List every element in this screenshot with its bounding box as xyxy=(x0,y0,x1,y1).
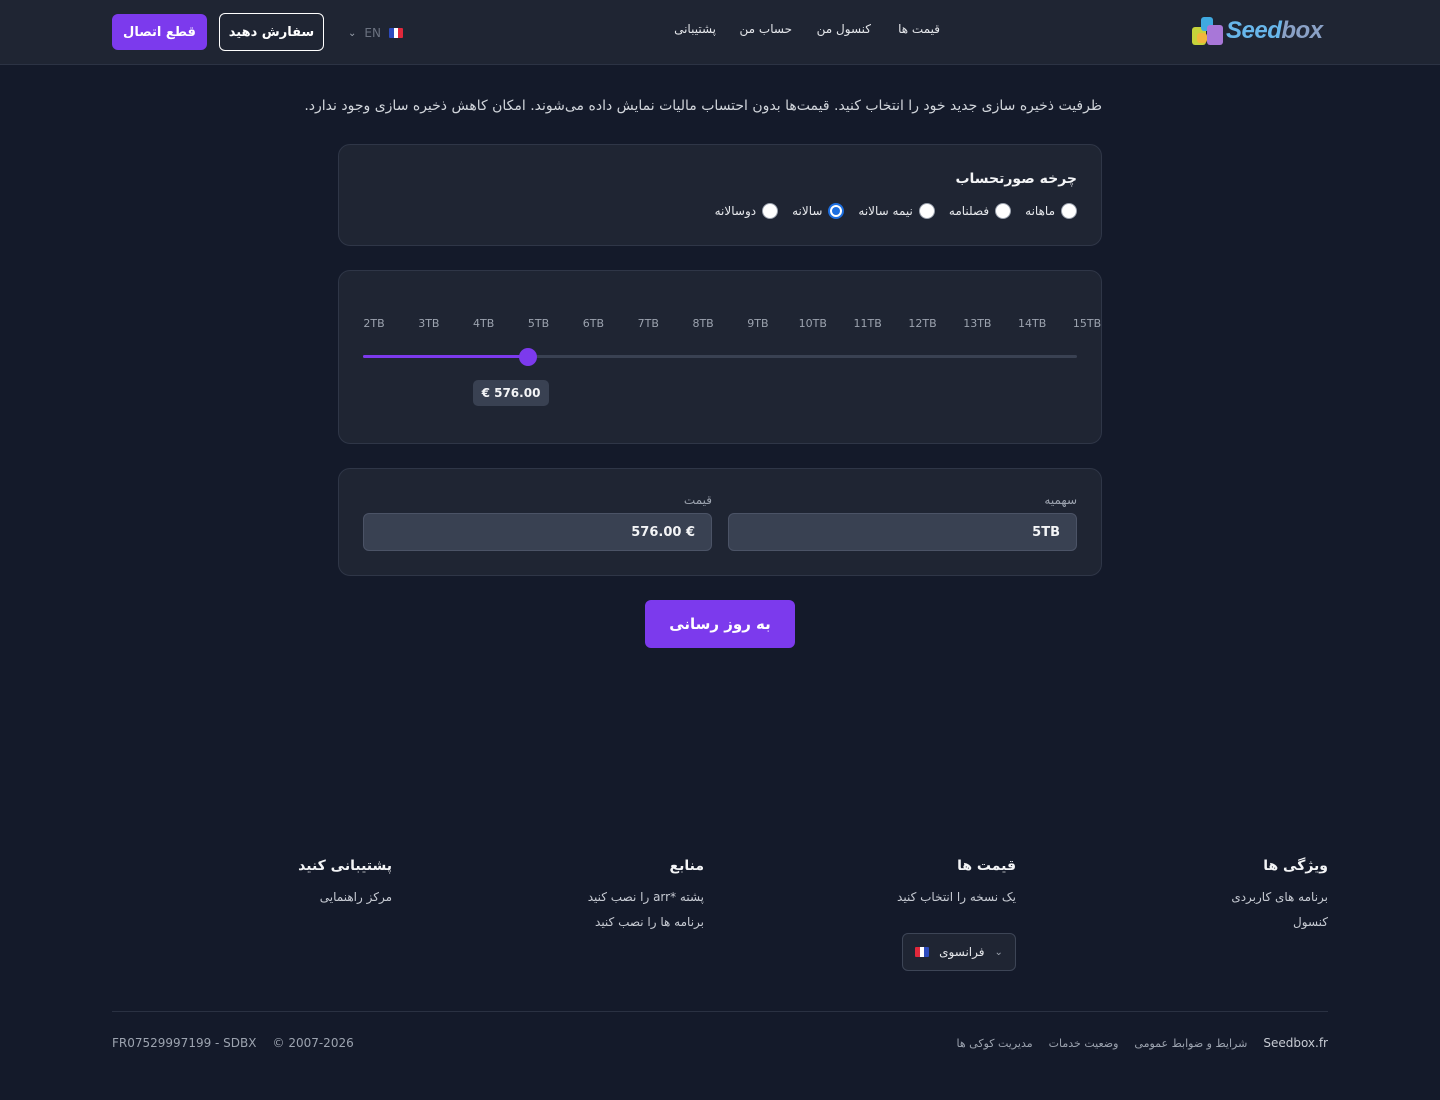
billing-cycle-options: ماهانه فصلنامه نیمه سالانه سالانه دوسالا… xyxy=(715,203,1077,219)
france-flag-icon xyxy=(915,947,930,957)
chevron-down-icon: ⌄ xyxy=(994,946,1003,958)
footer-link-console[interactable]: کنسول xyxy=(1231,915,1328,929)
footer-resources-title: منابع xyxy=(669,858,704,874)
slider-tick-4tb: 4TB xyxy=(473,317,495,330)
radio-button[interactable] xyxy=(1061,203,1077,219)
radio-button[interactable] xyxy=(828,203,845,219)
slider-tick-8tb: 8TB xyxy=(692,317,714,330)
footer-registration: FR07529997199 - SDBX xyxy=(112,1036,257,1050)
update-button[interactable]: به روز رسانی xyxy=(645,600,795,648)
language-code: EN xyxy=(364,26,381,40)
footer-pricing-title: قیمت ها xyxy=(957,858,1016,874)
slider-tick-10tb: 10TB xyxy=(798,317,827,330)
footer-link-install-apps[interactable]: برنامه ها را نصب کنید xyxy=(588,915,704,929)
footer-bottom-links: Seedbox.fr شرایط و ضوابط عمومی وضعیت خدم… xyxy=(957,1036,1328,1050)
slider-tick-2tb: 2TB xyxy=(363,317,385,330)
slider-track[interactable] xyxy=(363,355,1077,358)
footer-divider xyxy=(112,1011,1328,1012)
footer-pricing: قیمت ها یک نسخه را انتخاب کنید xyxy=(897,858,1016,915)
footer-link-help-center[interactable]: مرکز راهنمایی xyxy=(298,890,392,904)
intro-text: ظرفیت ذخیره سازی جدید خود را انتخاب کنید… xyxy=(304,98,1102,114)
logo-text: Seedbox xyxy=(1226,17,1323,44)
billing-option-semiannual[interactable]: نیمه سالانه xyxy=(858,203,935,219)
storage-slider-card: 2TB 3TB 4TB 5TB 6TB 7TB 8TB 9TB 10TB 11TB 12TB 13TB… xyxy=(338,270,1102,444)
footer-copyright: FR07529997199 - SDBX © 2007-2026 xyxy=(112,1036,354,1050)
footer-language-value: فرانسوی xyxy=(939,945,985,959)
top-header: Seedbox قیمت ها کنسول من حساب من پشتیبان… xyxy=(0,0,1440,65)
seedbox-logo-icon xyxy=(1192,15,1224,47)
slider-tick-14tb: 14TB xyxy=(1018,317,1047,330)
language-switcher[interactable]: ⌄ EN xyxy=(348,24,408,42)
billing-option-annual[interactable]: سالانه xyxy=(792,203,845,219)
billing-cycle-card: چرخه صورتحساب ماهانه فصلنامه نیمه سالانه… xyxy=(338,144,1102,246)
billing-option-quarterly[interactable]: فصلنامه xyxy=(949,203,1012,219)
slider-thumb[interactable] xyxy=(519,348,537,366)
slider-tick-13tb: 13TB xyxy=(963,317,992,330)
footer-link-seedbox-fr[interactable]: Seedbox.fr xyxy=(1263,1036,1328,1050)
logout-button[interactable]: قطع اتصال xyxy=(112,14,207,50)
summary-card: سهمیه قیمت xyxy=(338,468,1102,576)
footer-link-cookie-management[interactable]: مدیریت کوکی ها xyxy=(957,1037,1033,1050)
quota-field[interactable] xyxy=(728,513,1077,551)
radio-button[interactable] xyxy=(918,203,935,219)
nav-pricing[interactable]: قیمت ها xyxy=(898,22,940,36)
slider-tick-3tb: 3TB xyxy=(418,317,440,330)
price-label: قیمت xyxy=(683,493,712,507)
footer-link-choose-plan[interactable]: یک نسخه را انتخاب کنید xyxy=(897,890,1016,904)
france-flag-icon xyxy=(388,28,403,38)
slider-price-tooltip: € 576.00 xyxy=(473,380,549,406)
slider-track-fill xyxy=(363,355,528,358)
footer-copyright-text: © 2007-2026 xyxy=(272,1036,354,1050)
footer-link-service-status[interactable]: وضعیت خدمات xyxy=(1049,1037,1119,1050)
nav-my-console[interactable]: کنسول من xyxy=(817,22,871,36)
slider-tick-labels: 2TB 3TB 4TB 5TB 6TB 7TB 8TB 9TB 10TB 11TB 12TB 13TB… xyxy=(339,317,1103,333)
footer-resources: منابع پشته *arr را نصب کنید برنامه ها را… xyxy=(588,858,704,940)
slider-tick-9tb: 9TB xyxy=(747,317,769,330)
seedbox-logo[interactable]: Seedbox xyxy=(1192,14,1324,48)
slider-tick-5tb: 5TB xyxy=(527,317,550,330)
radio-button[interactable] xyxy=(762,203,779,219)
slider-tick-6tb: 6TB xyxy=(582,317,605,330)
footer-language-select[interactable]: ⌄ فرانسوی xyxy=(902,933,1016,971)
footer-features-title: ویژگی ها xyxy=(1263,858,1328,874)
billing-option-monthly[interactable]: ماهانه xyxy=(1025,203,1077,219)
price-field[interactable] xyxy=(363,513,712,551)
footer-features: ویژگی ها برنامه های کاربردی کنسول xyxy=(1231,858,1328,940)
billing-option-biennial[interactable]: دوسالانه xyxy=(715,203,779,219)
footer-support: پشتیبانی کنید مرکز راهنمایی xyxy=(298,858,392,915)
quota-label: سهمیه xyxy=(1044,493,1077,507)
slider-tick-11tb: 11TB xyxy=(853,317,882,330)
slider-tick-7tb: 7TB xyxy=(637,317,659,330)
slider-tick-12tb: 12TB xyxy=(908,317,937,330)
footer-link-terms[interactable]: شرایط و ضوابط عمومی xyxy=(1134,1037,1247,1050)
chevron-down-icon: ⌄ xyxy=(348,27,357,39)
nav-my-account[interactable]: حساب من xyxy=(740,22,792,36)
nav-support[interactable]: پشتیبانی xyxy=(674,22,716,36)
radio-button[interactable] xyxy=(995,203,1012,219)
footer-link-applications[interactable]: برنامه های کاربردی xyxy=(1231,890,1328,904)
footer-link-install-arr-stack[interactable]: پشته *arr را نصب کنید xyxy=(588,890,704,904)
slider-tick-15tb: 15TB xyxy=(1072,317,1102,330)
billing-cycle-title: چرخه صورتحساب xyxy=(955,171,1077,187)
footer-support-title: پشتیبانی کنید xyxy=(298,858,392,874)
order-button[interactable]: سفارش دهید xyxy=(219,13,324,51)
